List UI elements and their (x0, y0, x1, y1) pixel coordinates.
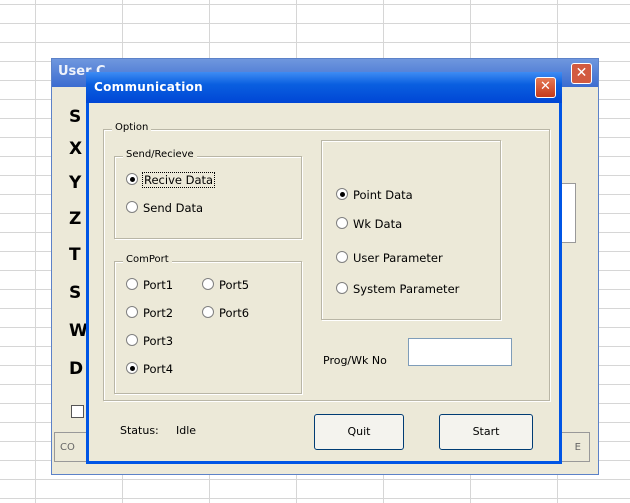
data-type-group: Point Data Wk Data User Parameter System… (321, 140, 501, 320)
radio-dot (126, 201, 138, 213)
dialog-titlebar[interactable]: Communication ✕ (86, 72, 562, 103)
send-data-radio[interactable]: Send Data (126, 201, 266, 217)
background-checkbox[interactable] (71, 405, 84, 418)
radio-label: Point Data (353, 188, 413, 202)
wk-data-radio[interactable]: Wk Data (336, 217, 476, 233)
radio-dot (336, 282, 348, 294)
radio-label: Port5 (219, 278, 250, 292)
port1-radio[interactable]: Port1 (126, 278, 196, 294)
user-parameter-radio[interactable]: User Parameter (336, 251, 476, 267)
radio-dot (126, 278, 138, 290)
radio-dot (126, 306, 138, 318)
background-label: S (69, 283, 82, 303)
radio-dot (126, 334, 138, 346)
background-close-icon[interactable]: ✕ (571, 63, 592, 84)
send-receive-group: Send/Recieve Recive Data Send Data (114, 149, 302, 239)
background-label: T (69, 245, 81, 265)
option-group: Option Send/Recieve Recive Data Send Dat… (103, 122, 550, 401)
recive-data-radio[interactable]: Recive Data (126, 172, 266, 189)
radio-label: Port1 (143, 278, 174, 292)
radio-dot (336, 251, 348, 263)
status-label: Status: (120, 424, 159, 437)
background-label: S (69, 107, 82, 127)
dialog-title: Communication (94, 80, 204, 94)
background-label: D (69, 359, 84, 379)
radio-label: Wk Data (353, 217, 403, 231)
background-label: X (69, 139, 83, 159)
radio-label: System Parameter (353, 282, 460, 296)
send-receive-group-label: Send/Recieve (123, 149, 197, 160)
radio-dot (336, 217, 348, 229)
comport-group-label: ComPort (123, 254, 172, 265)
port2-radio[interactable]: Port2 (126, 306, 196, 322)
port5-radio[interactable]: Port5 (202, 278, 272, 294)
radio-dot (126, 173, 138, 185)
radio-label: Port6 (219, 306, 250, 320)
radio-label: Send Data (143, 201, 204, 215)
port3-radio[interactable]: Port3 (126, 334, 196, 350)
option-group-label: Option (112, 122, 152, 133)
port4-radio[interactable]: Port4 (126, 362, 196, 378)
radio-dot (336, 188, 348, 200)
radio-dot (202, 278, 214, 290)
port6-radio[interactable]: Port6 (202, 306, 272, 322)
prog-wk-no-label: Prog/Wk No (323, 354, 387, 367)
background-label: Y (69, 173, 82, 193)
status-value: Idle (176, 424, 197, 437)
radio-dot (202, 306, 214, 318)
point-data-radio[interactable]: Point Data (336, 188, 476, 204)
comport-group: ComPort Port1 Port2 Port3 Port4 Port5 Po… (114, 254, 302, 394)
system-parameter-radio[interactable]: System Parameter (336, 282, 476, 298)
radio-label: User Parameter (353, 251, 443, 265)
background-label: Z (69, 209, 82, 229)
start-button[interactable]: Start (439, 414, 533, 450)
close-icon[interactable]: ✕ (535, 77, 556, 98)
radio-dot (126, 362, 138, 374)
radio-label: Recive Data (141, 172, 216, 188)
quit-button[interactable]: Quit (314, 414, 404, 450)
prog-wk-no-input[interactable] (408, 338, 512, 366)
radio-label: Port2 (143, 306, 174, 320)
background-label: W (69, 321, 88, 341)
radio-label: Port4 (143, 362, 174, 376)
communication-dialog: Communication ✕ Option Send/Recieve Reci… (86, 72, 562, 464)
radio-label: Port3 (143, 334, 174, 348)
